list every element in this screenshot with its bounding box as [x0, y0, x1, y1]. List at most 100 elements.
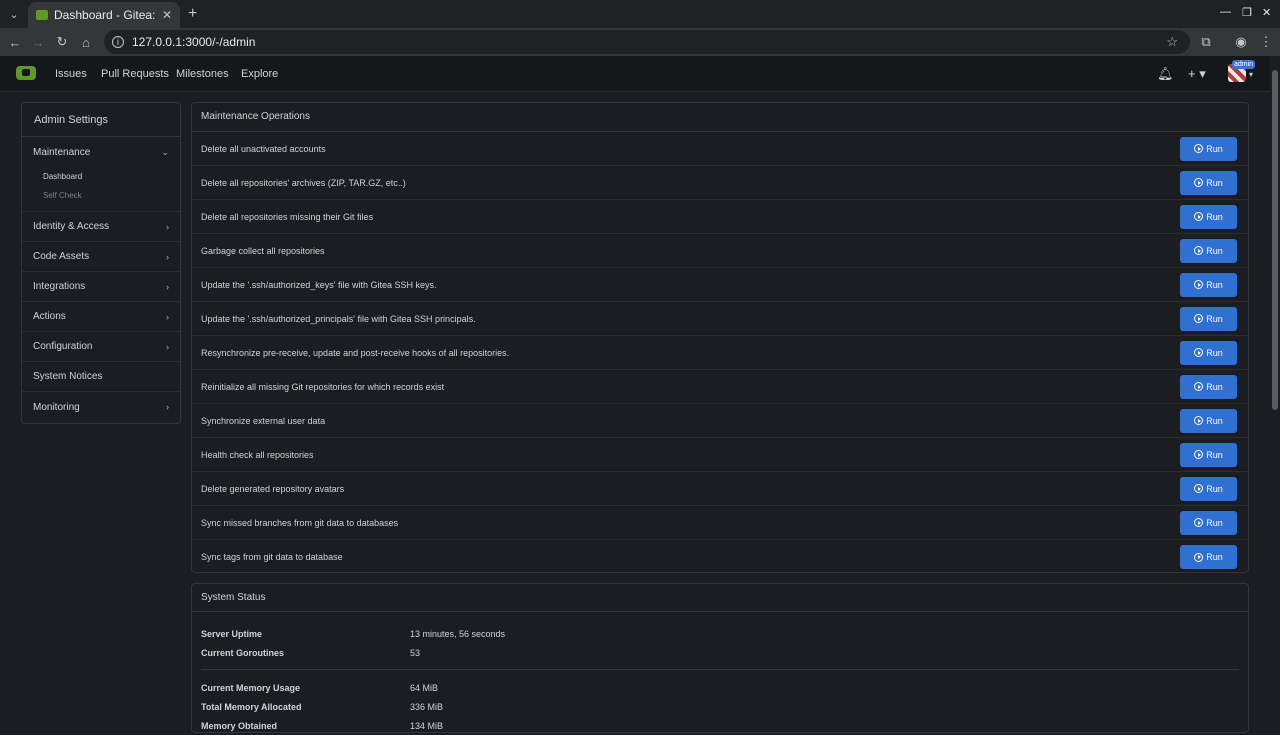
operation-row: Update the '.ssh/authorized_keys' file w…: [192, 268, 1248, 302]
run-button-label: Run: [1206, 143, 1223, 154]
sidebar-item-actions[interactable]: Actions ›: [22, 302, 180, 332]
tab-close-icon[interactable]: ✕: [162, 8, 172, 22]
run-button[interactable]: Run: [1180, 510, 1237, 535]
operation-label: Synchronize external user data: [201, 415, 326, 426]
chevron-right-icon: ›: [166, 251, 169, 262]
run-button-label: Run: [1206, 415, 1223, 426]
browser-tab[interactable]: Dashboard - Gitea: Git v ✕: [28, 2, 180, 28]
operation-row: Delete all repositories missing their Gi…: [192, 200, 1248, 234]
operation-label: Update the '.ssh/authorized_principals' …: [201, 313, 476, 324]
chevron-right-icon: ›: [166, 402, 169, 412]
sidebar-item-label: Actions: [33, 311, 66, 322]
status-list: Server Uptime 13 minutes, 56 seconds Cur…: [192, 612, 1248, 735]
bookmark-star-icon[interactable]: ☆: [1166, 34, 1178, 50]
nav-milestones[interactable]: Milestones: [176, 68, 229, 80]
play-circle-icon: [1194, 518, 1204, 527]
notifications-bell-icon[interactable]: 🔔︎: [1157, 66, 1174, 82]
play-circle-icon: [1194, 450, 1204, 459]
back-icon[interactable]: ←: [6, 33, 24, 51]
play-circle-icon: [1194, 280, 1204, 289]
run-button-label: Run: [1206, 245, 1223, 256]
run-button[interactable]: Run: [1180, 272, 1237, 297]
run-button-label: Run: [1206, 449, 1223, 460]
status-row: Current Goroutines 53: [201, 643, 1239, 662]
run-button-label: Run: [1206, 347, 1223, 358]
sidebar-item-self-check[interactable]: Self Check: [22, 186, 180, 205]
run-button[interactable]: Run: [1180, 476, 1237, 501]
run-button[interactable]: Run: [1180, 340, 1237, 365]
play-circle-icon: [1194, 246, 1204, 255]
run-button-label: Run: [1206, 211, 1223, 222]
page-scrollbar-thumb[interactable]: [1272, 70, 1278, 410]
operation-row: Sync missed branches from git data to da…: [192, 506, 1248, 540]
profile-icon[interactable]: ◉: [1232, 33, 1250, 51]
run-button[interactable]: Run: [1180, 204, 1237, 229]
maintenance-operations-panel: Maintenance Operations Delete all unacti…: [191, 102, 1249, 573]
operation-label: Sync missed branches from git data to da…: [201, 517, 399, 528]
sidebar-item-system-notices[interactable]: System Notices: [22, 362, 180, 392]
gitea-logo-icon[interactable]: [16, 66, 36, 80]
nav-explore[interactable]: Explore: [241, 68, 278, 80]
nav-pull-requests[interactable]: Pull Requests: [101, 68, 169, 80]
home-icon[interactable]: ⌂: [77, 33, 95, 51]
nav-issues[interactable]: Issues: [55, 68, 87, 80]
chevron-down-icon: ⌄: [161, 146, 169, 157]
sidebar-group-maintenance: Maintenance ⌄ Dashboard Self Check: [22, 137, 180, 212]
avatar-dropdown-icon[interactable]: ▾: [1249, 70, 1253, 79]
status-key: Total Memory Allocated: [201, 701, 302, 712]
forward-icon[interactable]: →: [29, 33, 47, 51]
extensions-icon[interactable]: ⧉: [1197, 33, 1215, 51]
sidebar-item-maintenance[interactable]: Maintenance ⌄: [22, 137, 180, 167]
operation-label: Sync tags from git data to database: [201, 552, 343, 562]
new-tab-icon[interactable]: +: [188, 5, 197, 23]
run-button[interactable]: Run: [1180, 136, 1237, 161]
sidebar-item-configuration[interactable]: Configuration ›: [22, 332, 180, 362]
run-button[interactable]: Run: [1180, 306, 1237, 331]
play-circle-icon: [1194, 348, 1204, 357]
run-button[interactable]: Run: [1180, 170, 1237, 195]
minimize-icon[interactable]: —: [1220, 6, 1231, 18]
sidebar-item-label: Identity & Access: [33, 221, 110, 232]
sidebar-item-code-assets[interactable]: Code Assets ›: [22, 242, 180, 272]
status-key: Memory Obtained: [201, 720, 278, 731]
site-info-icon[interactable]: i: [112, 36, 124, 48]
sidebar-item-label: System Notices: [33, 371, 103, 382]
system-status-panel: System Status Server Uptime 13 minutes, …: [191, 583, 1249, 733]
browser-menu-icon[interactable]: ⋮: [1257, 33, 1275, 51]
chevron-right-icon: ›: [166, 311, 169, 322]
sidebar-item-integrations[interactable]: Integrations ›: [22, 272, 180, 302]
restore-icon[interactable]: ❐: [1242, 6, 1252, 19]
sidebar-item-monitoring[interactable]: Monitoring ›: [22, 392, 180, 422]
operation-label: Garbage collect all repositories: [201, 245, 325, 256]
run-button[interactable]: Run: [1180, 238, 1237, 263]
sidebar-item-dashboard[interactable]: Dashboard: [22, 167, 180, 186]
run-button[interactable]: Run: [1180, 545, 1237, 569]
play-circle-icon: [1194, 382, 1204, 391]
status-value: 13 minutes, 56 seconds: [410, 628, 506, 639]
run-button[interactable]: Run: [1180, 374, 1237, 399]
run-button-label: Run: [1206, 483, 1223, 494]
tab-search-icon[interactable]: ⌄: [6, 6, 22, 22]
address-bar[interactable]: i 127.0.0.1:3000/-/admin ☆: [104, 30, 1190, 54]
run-button-label: Run: [1206, 381, 1223, 392]
admin-sidebar: Admin Settings Maintenance ⌄ Dashboard S…: [21, 102, 181, 424]
run-button[interactable]: Run: [1180, 408, 1237, 433]
sidebar-title: Admin Settings: [22, 103, 180, 137]
run-button[interactable]: Run: [1180, 442, 1237, 467]
status-key: Server Uptime: [201, 628, 263, 639]
status-row: Current Memory Usage 64 MiB: [201, 678, 1239, 697]
sidebar-item-identity-access[interactable]: Identity & Access ›: [22, 212, 180, 242]
operation-row: Delete all unactivated accounts Run: [192, 132, 1248, 166]
operation-row: Garbage collect all repositories Run: [192, 234, 1248, 268]
reload-icon[interactable]: ↻: [53, 33, 71, 51]
create-plus-icon[interactable]: + ▾: [1188, 66, 1206, 82]
chevron-right-icon: ›: [166, 221, 169, 232]
status-value: 134 MiB: [410, 720, 444, 731]
operation-row: Reinitialize all missing Git repositorie…: [192, 370, 1248, 404]
operation-row: Delete generated repository avatars Run: [192, 472, 1248, 506]
operation-row: Update the '.ssh/authorized_principals' …: [192, 302, 1248, 336]
window-close-icon[interactable]: ✕: [1262, 6, 1271, 19]
operation-label: Update the '.ssh/authorized_keys' file w…: [201, 279, 437, 290]
tab-title: Dashboard - Gitea: Git v: [54, 8, 158, 22]
panel-title: System Status: [192, 584, 1248, 612]
